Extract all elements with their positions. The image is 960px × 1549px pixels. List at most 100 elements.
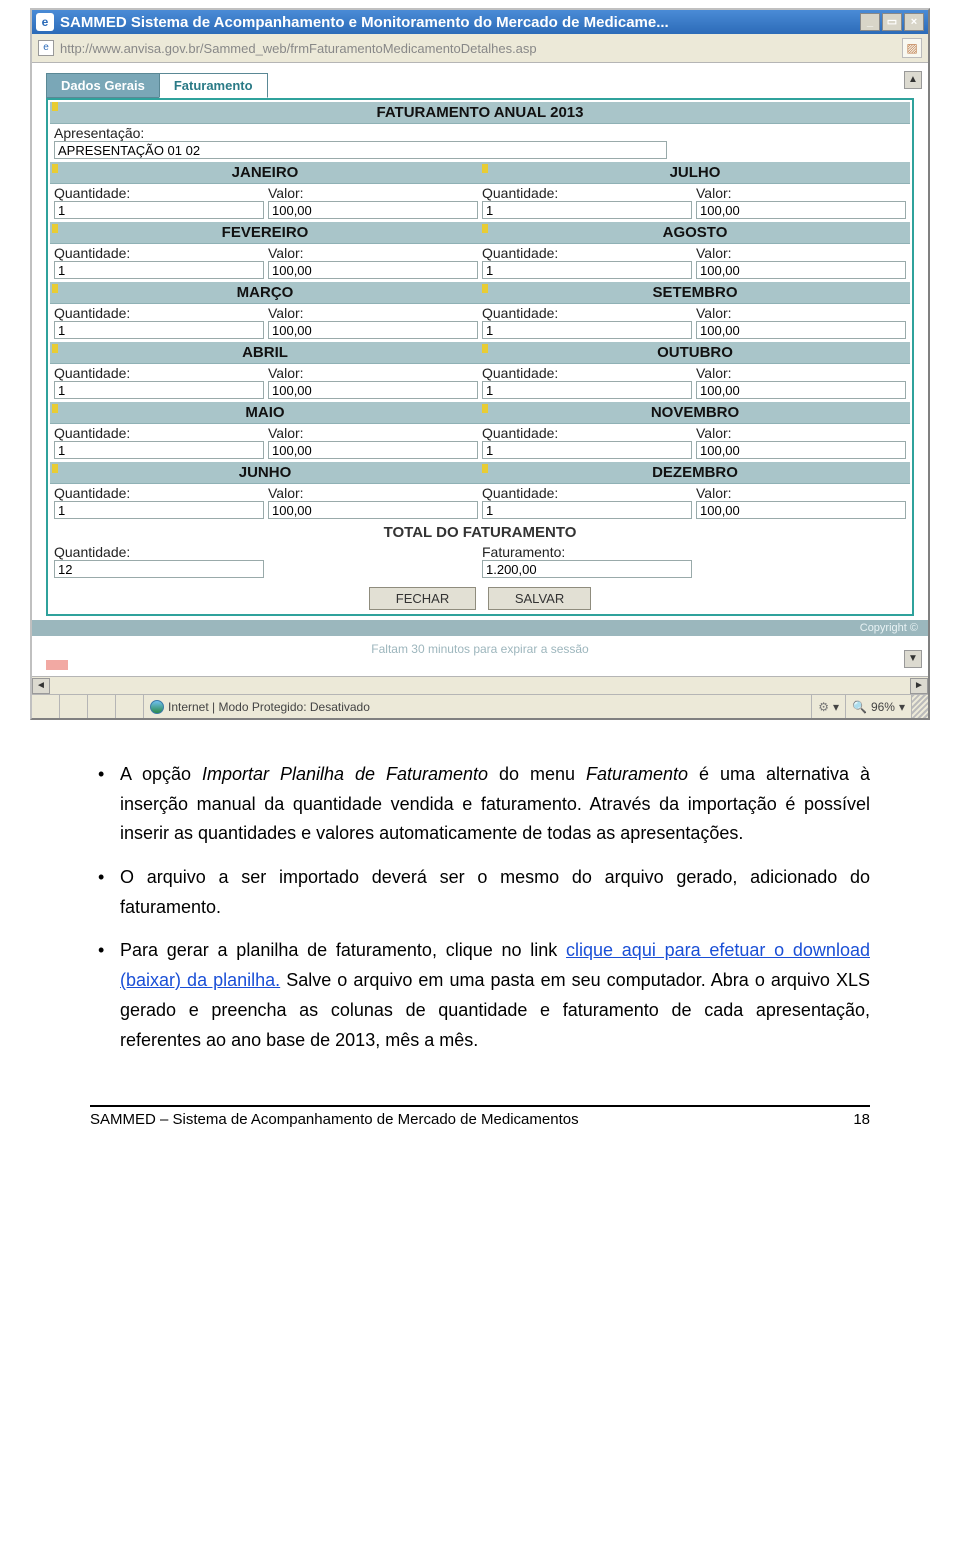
val-input[interactable] [696, 261, 906, 279]
qty-label: Quantidade: [54, 185, 264, 201]
zoom-icon[interactable]: 🔍 [852, 700, 867, 714]
total-fat-input[interactable] [482, 560, 692, 578]
month-header: MARÇO [237, 284, 294, 301]
scroll-left-button[interactable]: ◄ [32, 678, 50, 694]
qty-label: Quantidade: [482, 485, 692, 501]
bullet-3: Para gerar a planilha de faturamento, cl… [90, 936, 870, 1055]
save-button[interactable]: SALVAR [488, 587, 591, 610]
val-input[interactable] [268, 381, 478, 399]
settings-icon[interactable]: ⚙ [818, 700, 829, 714]
security-zone: Internet | Modo Protegido: Desativado [168, 700, 370, 714]
copyright-bar: Copyright © [32, 620, 928, 636]
val-input[interactable] [696, 381, 906, 399]
month-header: JANEIRO [232, 164, 299, 181]
month-data-row: Quantidade:Valor:Quantidade:Valor: [50, 184, 910, 222]
qty-input[interactable] [482, 441, 692, 459]
month-data-row: Quantidade:Valor:Quantidade:Valor: [50, 304, 910, 342]
month-header: JUNHO [239, 464, 292, 481]
scroll-right-button[interactable]: ► [910, 678, 928, 694]
globe-icon [150, 700, 164, 714]
horizontal-scrollbar[interactable]: ◄ ► [32, 676, 928, 694]
val-input[interactable] [268, 201, 478, 219]
broken-image-icon[interactable]: ▨ [902, 38, 922, 58]
total-qty-label: Quantidade: [54, 544, 264, 560]
qty-input[interactable] [482, 201, 692, 219]
qty-input[interactable] [54, 201, 264, 219]
val-input[interactable] [268, 321, 478, 339]
status-bar: Internet | Modo Protegido: Desativado ⚙ ▾… [32, 694, 928, 718]
month-data-row: Quantidade:Valor:Quantidade:Valor: [50, 424, 910, 462]
val-input[interactable] [268, 441, 478, 459]
qty-input[interactable] [54, 321, 264, 339]
faturamento-panel: FATURAMENTO ANUAL 2013 Apresentação: JAN… [46, 98, 914, 616]
dropdown-icon[interactable]: ▾ [833, 700, 839, 714]
pink-stub [46, 660, 68, 670]
qty-label: Quantidade: [482, 245, 692, 261]
ie-window: e SAMMED Sistema de Acompanhamento e Mon… [30, 8, 930, 720]
val-label: Valor: [268, 365, 478, 381]
total-qty-input[interactable] [54, 560, 264, 578]
month-header: DEZEMBRO [652, 464, 738, 481]
tab-faturamento[interactable]: Faturamento [159, 73, 268, 98]
qty-label: Quantidade: [482, 425, 692, 441]
qty-input[interactable] [482, 501, 692, 519]
address-bar: e http://www.anvisa.gov.br/Sammed_web/fr… [32, 34, 928, 63]
presentation-label: Apresentação: [54, 125, 906, 141]
qty-input[interactable] [54, 441, 264, 459]
qty-label: Quantidade: [54, 365, 264, 381]
bullet-1: A opção Importar Planilha de Faturamento… [90, 760, 870, 849]
month-header-row: JUNHO DEZEMBRO [50, 462, 910, 484]
month-header: FEVEREIRO [222, 224, 309, 241]
tab-dados-gerais[interactable]: Dados Gerais [46, 73, 160, 98]
month-header-row: ABRILOUTUBRO [50, 342, 910, 364]
val-label: Valor: [268, 305, 478, 321]
total-header: TOTAL DO FATURAMENTO [50, 522, 910, 543]
notch-icon [52, 102, 58, 111]
month-data-row: Quantidade:Valor:Quantidade:Valor: [50, 364, 910, 402]
bullet-2: O arquivo a ser importado deverá ser o m… [90, 863, 870, 922]
footer-title: SAMMED – Sistema de Acompanhamento de Me… [90, 1111, 579, 1128]
month-header: SETEMBRO [652, 284, 737, 301]
qty-label: Quantidade: [54, 245, 264, 261]
qty-input[interactable] [482, 261, 692, 279]
val-input[interactable] [696, 321, 906, 339]
zoom-level: 96% [871, 700, 895, 714]
page-footer: SAMMED – Sistema de Acompanhamento de Me… [90, 1105, 870, 1128]
qty-input[interactable] [54, 261, 264, 279]
month-header-row: MAIO NOVEMBRO [50, 402, 910, 424]
val-input[interactable] [268, 261, 478, 279]
val-label: Valor: [268, 425, 478, 441]
month-header: MAIO [245, 404, 284, 421]
qty-label: Quantidade: [482, 365, 692, 381]
val-label: Valor: [696, 425, 906, 441]
presentation-input[interactable] [54, 141, 667, 159]
month-header: JULHO [670, 164, 721, 181]
zoom-dropdown-icon[interactable]: ▾ [899, 700, 905, 714]
close-window-button[interactable]: × [904, 13, 924, 31]
month-header-row: MARÇO SETEMBRO [50, 282, 910, 304]
scroll-up-button[interactable]: ▲ [904, 71, 922, 89]
month-header: OUTUBRO [657, 344, 733, 361]
qty-label: Quantidade: [482, 185, 692, 201]
close-button[interactable]: FECHAR [369, 587, 476, 610]
month-header: AGOSTO [663, 224, 728, 241]
val-input[interactable] [696, 501, 906, 519]
qty-label: Quantidade: [54, 485, 264, 501]
val-label: Valor: [696, 485, 906, 501]
qty-label: Quantidade: [54, 425, 264, 441]
qty-input[interactable] [54, 381, 264, 399]
qty-input[interactable] [482, 321, 692, 339]
restore-button[interactable]: ▭ [882, 13, 902, 31]
resize-grip-icon[interactable] [912, 695, 928, 718]
panel-year-header: FATURAMENTO ANUAL 2013 [50, 102, 910, 124]
val-input[interactable] [696, 201, 906, 219]
minimize-button[interactable]: _ [860, 13, 880, 31]
qty-input[interactable] [54, 501, 264, 519]
scroll-down-button[interactable]: ▼ [904, 650, 922, 668]
month-header-row: JANEIRO JULHO [50, 162, 910, 184]
month-header: NOVEMBRO [651, 404, 739, 421]
qty-input[interactable] [482, 381, 692, 399]
document-body: A opção Importar Planilha de Faturamento… [90, 760, 870, 1055]
val-input[interactable] [696, 441, 906, 459]
val-input[interactable] [268, 501, 478, 519]
